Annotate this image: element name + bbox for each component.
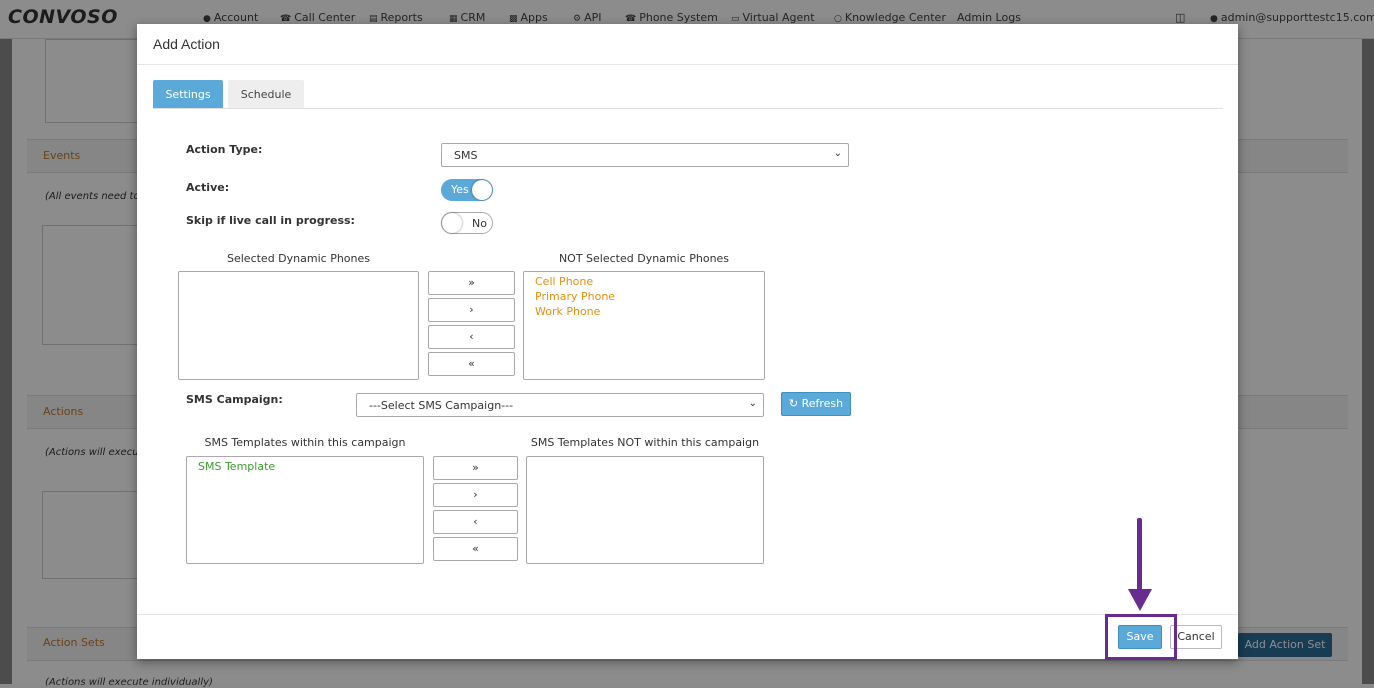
list-item[interactable]: Cell Phone bbox=[524, 274, 764, 289]
move-right-button[interactable]: › bbox=[428, 298, 515, 322]
tab-settings[interactable]: Settings bbox=[153, 80, 223, 109]
modal-header: Add Action bbox=[137, 24, 1238, 65]
sms-templates-not-within-title: SMS Templates NOT within this campaign bbox=[530, 436, 760, 449]
tabs-divider bbox=[153, 108, 1223, 109]
active-label: Active: bbox=[186, 181, 230, 194]
chevron-down-icon: ⌄ bbox=[748, 398, 757, 409]
sms-templates-within-title: SMS Templates within this campaign bbox=[204, 436, 406, 449]
sms-templates-not-within-list[interactable] bbox=[526, 456, 764, 564]
sms-templates-within-list[interactable]: SMS Template bbox=[186, 456, 424, 564]
modal-footer-divider bbox=[137, 614, 1238, 615]
list-item[interactable]: Primary Phone bbox=[524, 289, 764, 304]
toggle-knob bbox=[442, 213, 462, 233]
refresh-icon: ↻ bbox=[788, 397, 799, 410]
skip-live-call-toggle-text: No bbox=[472, 217, 487, 230]
skip-live-call-label: Skip if live call in progress: bbox=[186, 214, 355, 227]
annotation-arrow-shaft bbox=[1137, 518, 1142, 593]
annotation-arrow-icon bbox=[1128, 589, 1152, 611]
cancel-button[interactable]: Cancel bbox=[1170, 625, 1222, 649]
template-move-all-left-button[interactable]: « bbox=[433, 537, 518, 561]
toggle-knob bbox=[472, 180, 492, 200]
sms-campaign-select[interactable]: ---Select SMS Campaign--- ⌄ bbox=[356, 393, 764, 417]
save-highlight-box bbox=[1105, 614, 1177, 660]
action-type-select[interactable]: SMS ⌄ bbox=[441, 143, 849, 167]
modal-title: Add Action bbox=[153, 36, 220, 52]
list-item[interactable]: Work Phone bbox=[524, 304, 764, 319]
refresh-button[interactable]: ↻ Refresh bbox=[781, 392, 851, 416]
template-move-all-right-button[interactable]: » bbox=[433, 456, 518, 480]
skip-live-call-toggle[interactable]: No bbox=[441, 212, 493, 234]
action-type-value: SMS bbox=[454, 149, 478, 162]
list-item[interactable]: SMS Template bbox=[187, 459, 423, 474]
action-type-label: Action Type: bbox=[186, 143, 263, 156]
template-move-left-button[interactable]: ‹ bbox=[433, 510, 518, 534]
tab-schedule[interactable]: Schedule bbox=[228, 80, 304, 109]
chevron-down-icon: ⌄ bbox=[833, 148, 842, 159]
active-toggle[interactable]: Yes bbox=[441, 179, 493, 201]
sms-campaign-value: ---Select SMS Campaign--- bbox=[369, 399, 514, 412]
not-selected-dynamic-phones-list[interactable]: Cell Phone Primary Phone Work Phone bbox=[523, 271, 765, 380]
move-left-button[interactable]: ‹ bbox=[428, 325, 515, 349]
move-all-left-button[interactable]: « bbox=[428, 352, 515, 376]
refresh-label: Refresh bbox=[801, 397, 844, 410]
move-all-right-button[interactable]: » bbox=[428, 271, 515, 295]
not-selected-dynamic-phones-title: NOT Selected Dynamic Phones bbox=[558, 252, 730, 265]
template-move-right-button[interactable]: › bbox=[433, 483, 518, 507]
selected-dynamic-phones-list[interactable] bbox=[178, 271, 419, 380]
sms-campaign-label: SMS Campaign: bbox=[186, 393, 283, 406]
add-action-modal: Add Action Settings Schedule Action Type… bbox=[137, 24, 1238, 659]
active-toggle-text: Yes bbox=[451, 183, 469, 196]
selected-dynamic-phones-title: Selected Dynamic Phones bbox=[227, 252, 370, 265]
